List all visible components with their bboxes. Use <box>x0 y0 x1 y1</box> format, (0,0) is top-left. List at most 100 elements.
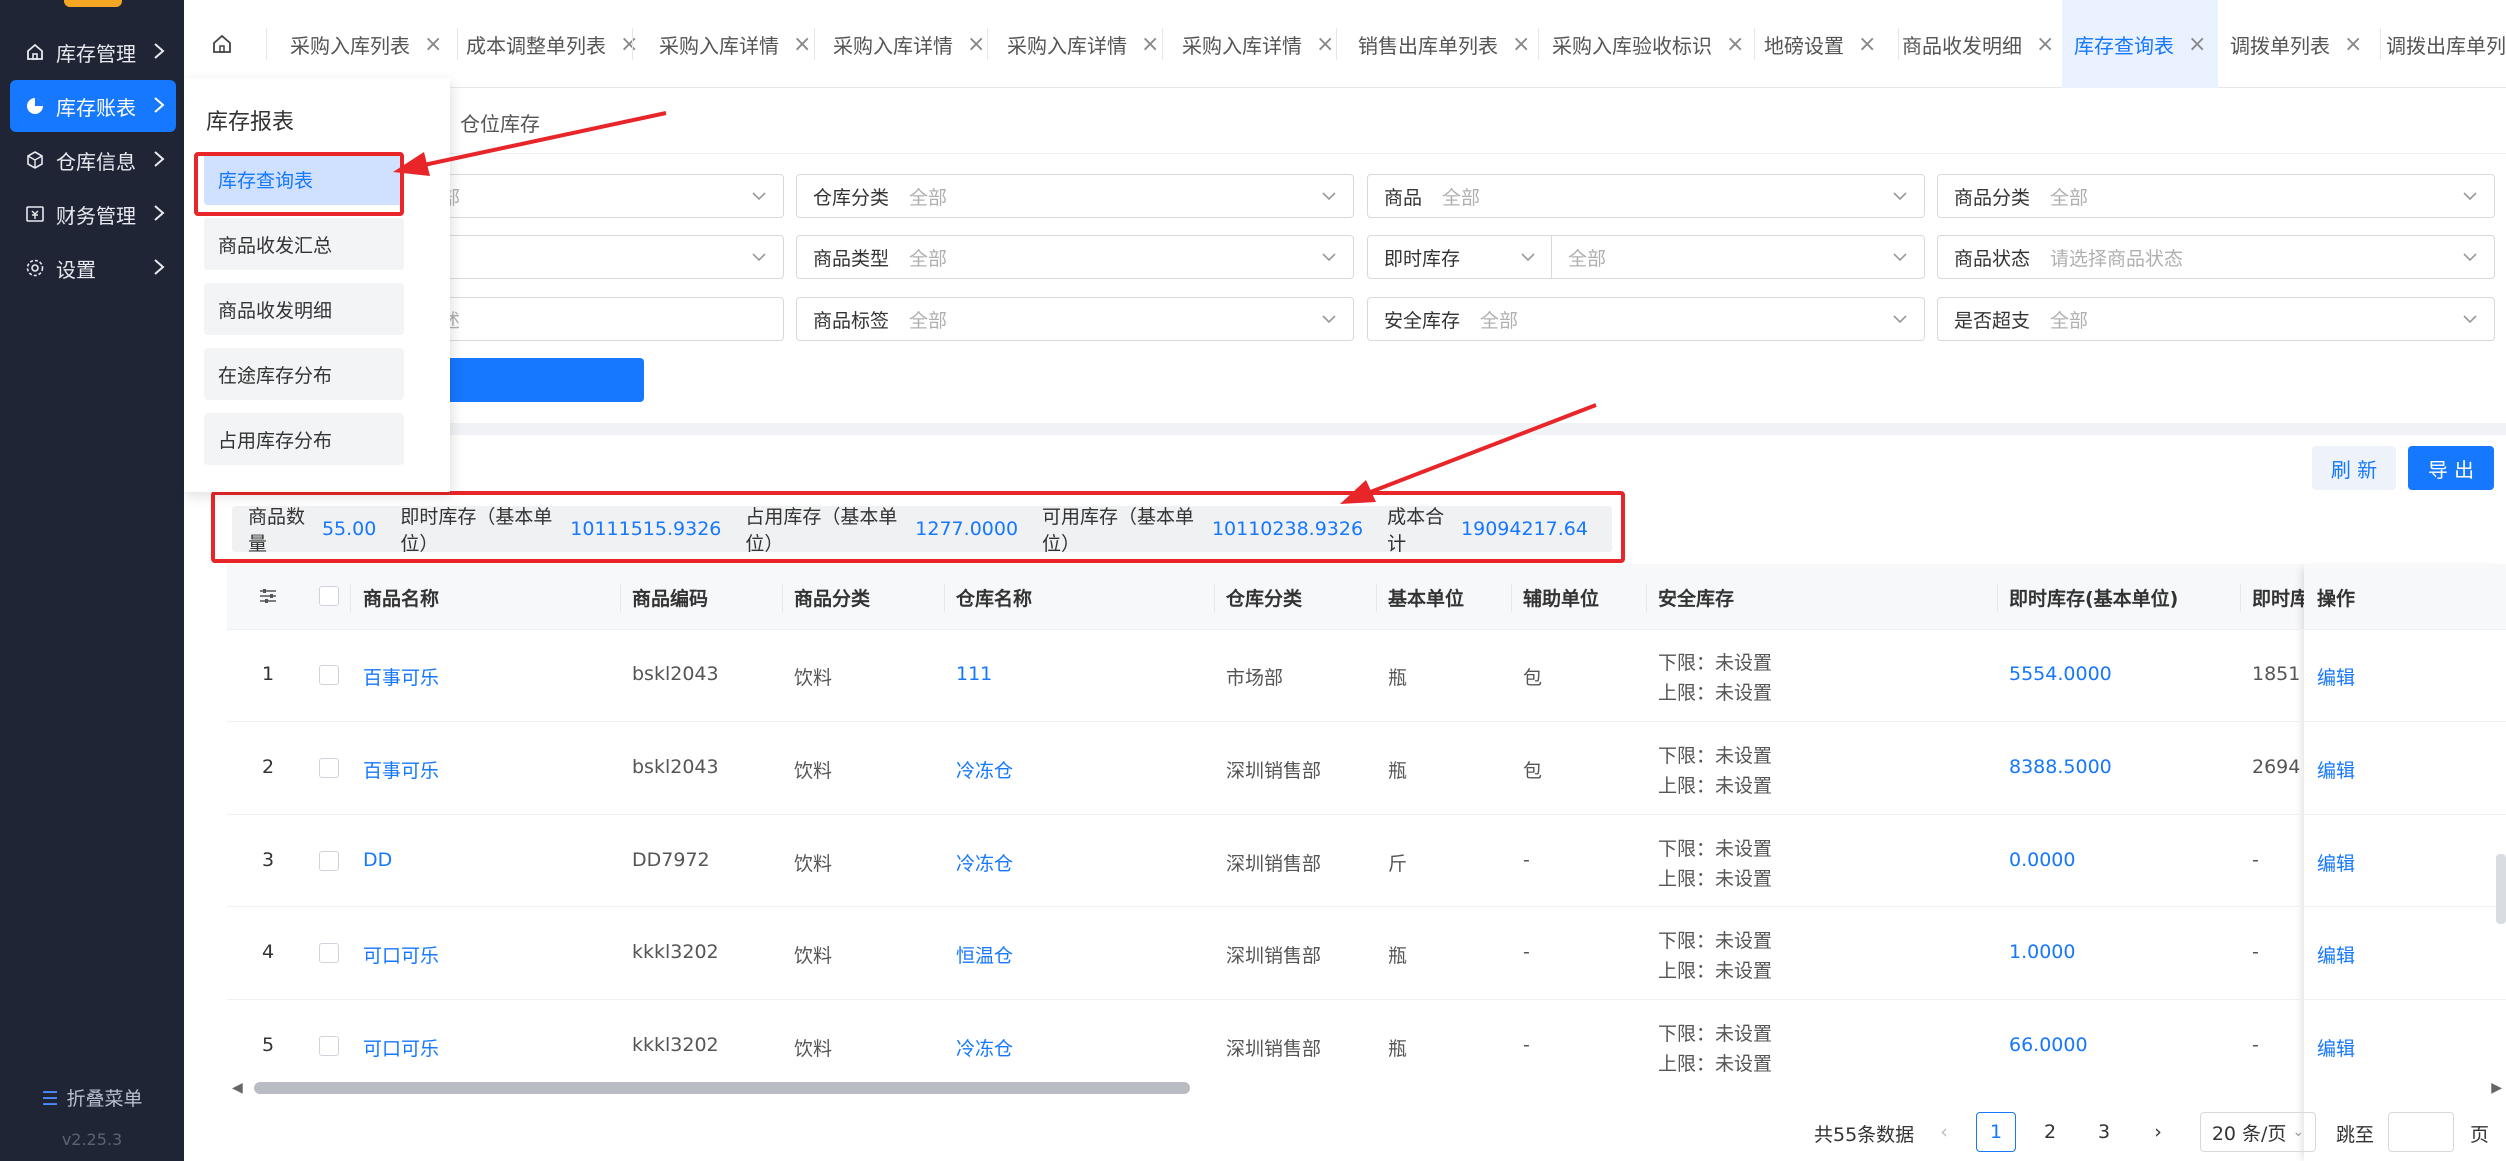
refresh-button[interactable]: 刷 新 <box>2312 446 2396 490</box>
edit-link[interactable]: 编辑 <box>2317 1034 2355 1061</box>
product-type-select[interactable]: 商品类型 全部 <box>796 235 1354 279</box>
overspend-select[interactable]: 是否超支 全部 <box>1937 297 2495 341</box>
next-page-icon[interactable]: › <box>2138 1112 2178 1152</box>
row-checkbox[interactable] <box>319 851 339 871</box>
page-3[interactable]: 3 <box>2084 1112 2124 1152</box>
instant-stock-link[interactable]: 5554.0000 <box>2009 663 2112 685</box>
vertical-scrollbar-thumb[interactable] <box>2496 854 2506 924</box>
sidebar-item-finance[interactable]: 财务管理 <box>10 188 176 240</box>
scroll-right-icon[interactable]: ▶ <box>2491 1080 2502 1096</box>
column-header[interactable]: 辅助单位 <box>1523 584 1599 611</box>
sidebar-item-inventory-reports[interactable]: 库存账表 <box>10 80 176 132</box>
warehouse-link[interactable]: 111 <box>956 663 992 685</box>
page-1[interactable]: 1 <box>1976 1112 2016 1152</box>
column-header[interactable]: 仓库名称 <box>956 584 1032 611</box>
edit-link[interactable]: 编辑 <box>2317 756 2355 783</box>
tab-purchase-inbound-detail[interactable]: 采购入库详情 × <box>833 0 985 88</box>
product-name-link[interactable]: 可口可乐 <box>363 941 439 968</box>
row-checkbox[interactable] <box>319 943 339 963</box>
close-icon[interactable]: × <box>2344 32 2362 57</box>
filter-field[interactable]: 部 <box>424 174 784 218</box>
tab-bin-inventory[interactable]: 仓位库存 <box>460 108 540 137</box>
product-category-select[interactable]: 商品分类 全部 <box>1937 174 2495 218</box>
row-checkbox[interactable] <box>319 1036 339 1056</box>
column-header[interactable]: 仓库分类 <box>1226 584 1302 611</box>
tab-purchase-inbound-list[interactable]: 采购入库列表 × <box>290 0 442 88</box>
product-name-link[interactable]: DD <box>363 849 392 871</box>
page-2[interactable]: 2 <box>2030 1112 2070 1152</box>
column-header[interactable]: 即时库 <box>2252 584 2309 611</box>
tab-purchase-inbound-detail[interactable]: 采购入库详情 × <box>659 0 811 88</box>
flyout-item-occupied-distribution[interactable]: 占用库存分布 <box>204 413 404 465</box>
warehouse-link[interactable]: 恒温仓 <box>956 941 1013 968</box>
home-tab-icon[interactable] <box>204 26 240 62</box>
close-icon[interactable]: × <box>793 32 811 57</box>
warehouse-category-select[interactable]: 仓库分类 全部 <box>796 174 1354 218</box>
column-header[interactable]: 安全库存 <box>1658 584 1734 611</box>
product-name-link[interactable]: 可口可乐 <box>363 1034 439 1061</box>
safety-stock-select[interactable]: 安全库存 全部 <box>1367 297 1925 341</box>
instant-stock-link[interactable]: 66.0000 <box>2009 1034 2088 1056</box>
tab-sales-outbound-list[interactable]: 销售出库单列表 × <box>1358 0 1530 88</box>
flyout-item-in-transit-distribution[interactable]: 在途库存分布 <box>204 348 404 400</box>
close-icon[interactable]: × <box>424 32 442 57</box>
product-status-select[interactable]: 商品状态 请选择商品状态 <box>1937 235 2495 279</box>
select-all-checkbox[interactable] <box>319 586 339 606</box>
jump-page-input[interactable] <box>2388 1112 2454 1152</box>
column-settings-icon[interactable] <box>258 586 278 611</box>
product-name-link[interactable]: 百事可乐 <box>363 663 439 690</box>
close-icon[interactable]: × <box>1512 32 1530 57</box>
column-header[interactable]: 即时库存(基本单位) <box>2009 584 2178 611</box>
tab-inventory-query[interactable]: 库存查询表 × <box>2062 0 2219 88</box>
instant-stock-filter[interactable]: 即时库存 全部 <box>1367 235 1925 279</box>
flyout-item-goods-flow-summary[interactable]: 商品收发汇总 <box>204 218 404 270</box>
close-icon[interactable]: × <box>620 32 638 57</box>
flyout-item-goods-flow-detail[interactable]: 商品收发明细 <box>204 283 404 335</box>
edit-link[interactable]: 编辑 <box>2317 663 2355 690</box>
warehouse-link[interactable]: 冷冻仓 <box>956 756 1013 783</box>
tab-goods-flow-detail[interactable]: 商品收发明细 × <box>1902 0 2054 88</box>
product-select[interactable]: 商品 全部 <box>1367 174 1925 218</box>
tab-purchase-inbound-detail[interactable]: 采购入库详情 × <box>1182 0 1334 88</box>
tab-inbound-acceptance[interactable]: 采购入库验收标识 × <box>1552 0 1744 88</box>
product-tag-select[interactable]: 商品标签 全部 <box>796 297 1354 341</box>
tab-transfer-outbound-list[interactable]: 调拨出库单列 <box>2386 0 2506 88</box>
tab-purchase-inbound-detail[interactable]: 采购入库详情 × <box>1007 0 1159 88</box>
instant-stock-link[interactable]: 8388.5000 <box>2009 756 2112 778</box>
close-icon[interactable]: × <box>1141 32 1159 57</box>
collapse-filters-button[interactable]: 收起 <box>474 366 540 395</box>
prev-page-icon[interactable]: ‹ <box>1924 1112 1964 1152</box>
column-header[interactable]: 基本单位 <box>1388 584 1464 611</box>
close-icon[interactable]: × <box>1316 32 1334 57</box>
edit-link[interactable]: 编辑 <box>2317 849 2355 876</box>
collapse-menu-button[interactable]: ☰ 折叠菜单 <box>0 1084 184 1111</box>
column-header[interactable]: 商品编码 <box>632 584 708 611</box>
sidebar-item-settings[interactable]: 设置 <box>10 242 176 294</box>
tab-weighbridge-settings[interactable]: 地磅设置 × <box>1764 0 1876 88</box>
page-size-select[interactable]: 20 条/页 ⌄ <box>2200 1112 2316 1152</box>
warehouse-link[interactable]: 冷冻仓 <box>956 1034 1013 1061</box>
horizontal-scrollbar[interactable]: ◀ ▶ <box>232 1078 2506 1098</box>
warehouse-link[interactable]: 冷冻仓 <box>956 849 1013 876</box>
scrollbar-thumb[interactable] <box>254 1082 1190 1094</box>
column-header[interactable]: 商品名称 <box>363 584 439 611</box>
tab-transfer-list[interactable]: 调拨单列表 × <box>2230 0 2362 88</box>
instant-stock-link[interactable]: 0.0000 <box>2009 849 2075 871</box>
close-icon[interactable]: × <box>2188 32 2206 57</box>
tab-cost-adjust-list[interactable]: 成本调整单列表 × <box>466 0 638 88</box>
sidebar-item-warehouse-info[interactable]: 仓库信息 <box>10 134 176 186</box>
close-icon[interactable]: × <box>1726 32 1744 57</box>
description-input[interactable]: 述 <box>424 297 784 341</box>
export-button[interactable]: 导 出 <box>2408 446 2494 490</box>
chevron-down-icon[interactable] <box>1520 248 1536 270</box>
sidebar-item-inventory-management[interactable]: 库存管理 <box>10 26 176 78</box>
instant-stock-link[interactable]: 1.0000 <box>2009 941 2075 963</box>
product-name-link[interactable]: 百事可乐 <box>363 756 439 783</box>
row-checkbox[interactable] <box>319 758 339 778</box>
filter-field[interactable] <box>424 235 784 279</box>
column-header[interactable]: 商品分类 <box>794 584 870 611</box>
close-icon[interactable]: × <box>967 32 985 57</box>
close-icon[interactable]: × <box>2036 32 2054 57</box>
edit-link[interactable]: 编辑 <box>2317 941 2355 968</box>
scroll-left-icon[interactable]: ◀ <box>232 1080 243 1096</box>
